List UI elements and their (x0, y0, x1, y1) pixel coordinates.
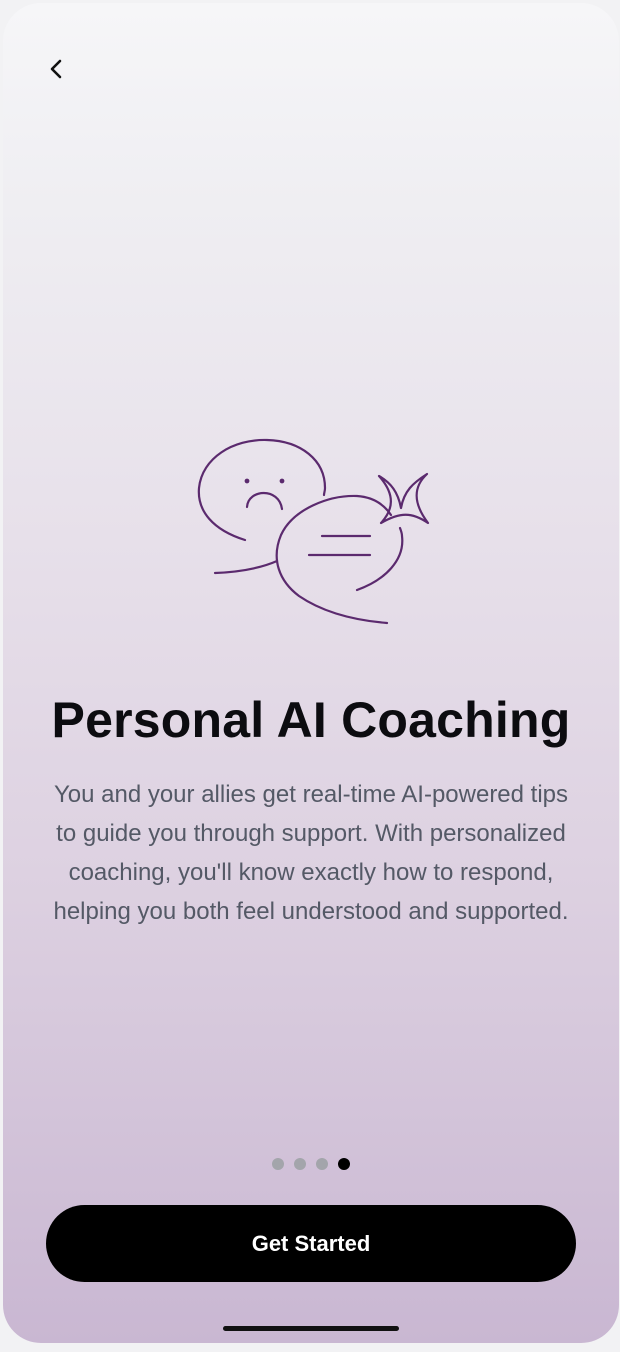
chat-bubbles-sparkle-icon (197, 438, 430, 625)
page-dot[interactable] (294, 1158, 306, 1170)
page-description: You and your allies get real-time AI-pow… (53, 781, 569, 925)
page-indicator (3, 1158, 619, 1170)
back-button[interactable] (33, 45, 81, 93)
page-dot[interactable] (316, 1158, 328, 1170)
page-dot-active[interactable] (338, 1158, 350, 1170)
home-indicator (223, 1326, 399, 1331)
onboarding-screen: Personal AI Coaching You and your allies… (3, 3, 619, 1343)
get-started-button[interactable]: Get Started (46, 1205, 576, 1282)
page-dot[interactable] (272, 1158, 284, 1170)
chevron-left-icon (50, 59, 62, 79)
page-title: Personal AI Coaching (51, 692, 571, 748)
